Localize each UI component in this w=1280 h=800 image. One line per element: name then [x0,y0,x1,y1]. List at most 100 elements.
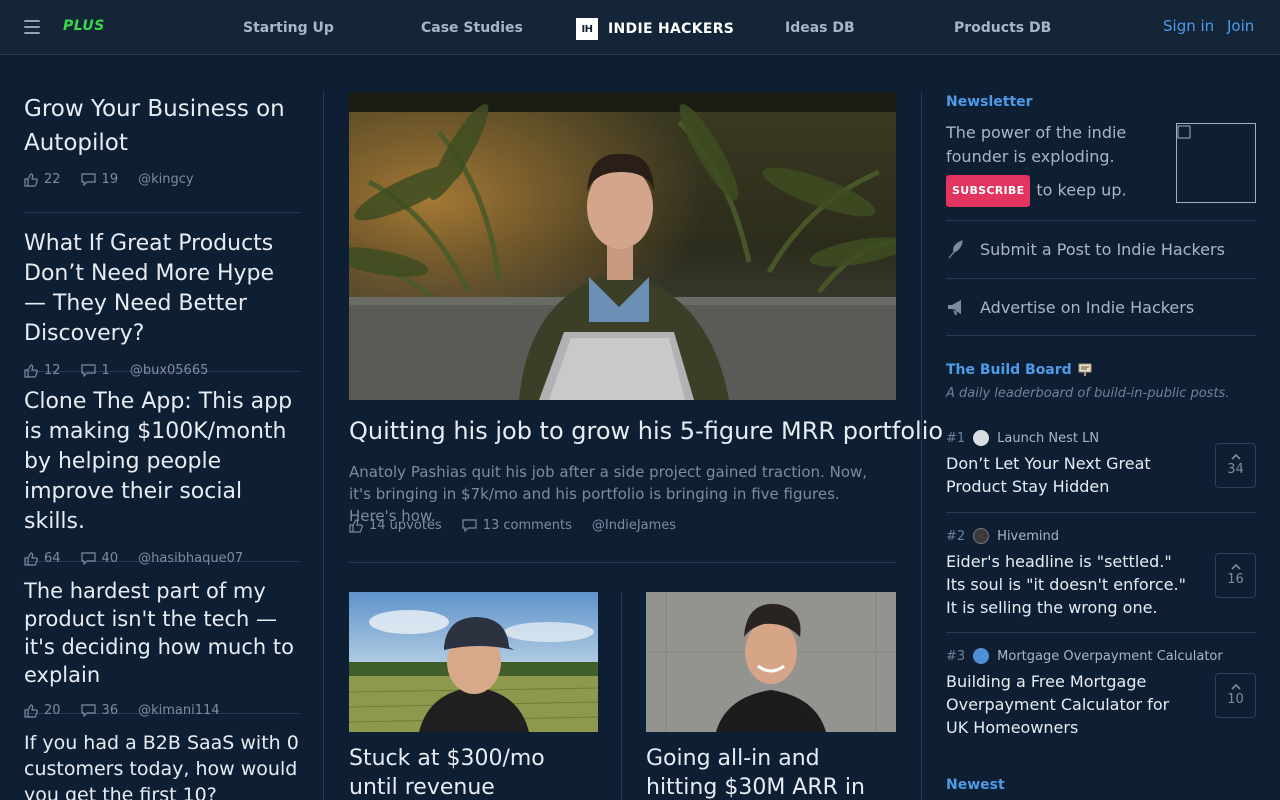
featured-post-image[interactable] [349,92,896,400]
plus-link[interactable]: PLUS [63,18,105,34]
comment-icon [462,519,477,532]
indie-hackers-logo[interactable]: IH INDIE HACKERS [576,18,734,40]
build-board-label[interactable]: The Build Board [946,362,1092,378]
comment-count[interactable]: 1 [80,363,110,378]
thumbs-up-icon [349,518,363,533]
leaderboard-post-title[interactable]: Don’t Let Your Next Great Product Stay H… [946,452,1206,498]
comment-icon [80,552,96,565]
post-title[interactable]: Clone The App: This app is making $100K/… [24,387,300,537]
rank: #2 [946,528,966,544]
post-title[interactable]: What If Great Products Don’t Need More H… [24,229,300,349]
upvote-button[interactable]: 16 [1215,553,1256,598]
submit-post-link[interactable]: Submit a Post to Indie Hackers [946,239,1225,259]
comment-icon [80,173,96,186]
newsletter-text: The power of the indie founder is explod… [946,123,1127,166]
card-image[interactable] [349,592,598,732]
upvote-count[interactable]: 12 [24,363,61,378]
product-icon [973,648,990,664]
chevron-up-icon [1230,684,1241,690]
comment-count[interactable]: 13 comments [462,518,572,533]
post-title[interactable]: The hardest part of my product isn't the… [24,577,300,689]
card-title[interactable]: Stuck at $300/mo until revenue skyrocket… [349,744,599,800]
post-title[interactable]: Grow Your Business on Autopilot [24,92,294,160]
product-name[interactable]: Launch Nest LN [997,431,1099,446]
build-board-tagline: A daily leaderboard of build-in-public p… [946,386,1230,401]
featured-post-meta: 14 upvotes 13 comments @IndieJames [349,518,696,533]
card-photo [349,592,598,732]
nav-case-studies[interactable]: Case Studies [421,20,523,36]
thumbs-up-icon [24,551,38,566]
list-item[interactable]: Clone The App: This app is making $100K/… [24,372,300,566]
featured-photo [349,92,896,400]
nav-ideas-db[interactable]: Ideas DB [785,20,855,36]
column-divider [921,92,922,800]
upvote-count[interactable]: 22 [24,172,61,187]
leaderboard-item-header: #2 Hivemind [946,528,1256,544]
broken-image-icon [1177,125,1191,139]
post-author[interactable]: @kimani114 [138,703,219,718]
subscribe-button[interactable]: SUBSCRIBE [946,175,1031,207]
product-icon [973,528,990,544]
leaderboard-post-title[interactable]: Building a Free Mortgage Overpayment Cal… [946,670,1196,739]
megaphone-icon [948,300,961,315]
chevron-up-icon [1230,564,1241,570]
logo-mark: IH [576,18,598,40]
upvote-count[interactable]: 64 [24,551,61,566]
list-item[interactable]: If you had a B2B SaaS with 0 customers t… [24,714,300,800]
leaderboard-item-header: #3 Mortgage Overpayment Calculator [946,648,1256,664]
subscribe-tail: to keep up. [1036,180,1127,200]
divider [946,335,1256,336]
card-photo [646,592,896,732]
leaderboard-item[interactable]: #2 Hivemind Eider's headline is "settled… [946,528,1256,619]
comment-icon [80,364,96,377]
card-image[interactable] [646,592,896,732]
upvote-button[interactable]: 10 [1215,673,1256,718]
card-title[interactable]: Going all-in and hitting $30M ARR in thr… [646,744,896,800]
leaderboard-post-title[interactable]: Eider's headline is "settled." Its soul … [946,550,1186,619]
left-post-list: Grow Your Business on Autopilot 22 19 @k… [24,92,300,800]
divider [946,278,1256,279]
menu-icon[interactable] [24,20,40,34]
post-author[interactable]: @bux05665 [130,363,209,378]
post-meta: 22 19 @kingcy [24,172,300,187]
logo-text: INDIE HACKERS [608,21,735,37]
nav-starting-up[interactable]: Starting Up [243,20,334,36]
product-name[interactable]: Mortgage Overpayment Calculator [997,649,1223,664]
sign-in-link[interactable]: Sign in [1163,17,1214,35]
comment-icon [80,704,96,717]
list-item[interactable]: The hardest part of my product isn't the… [24,562,300,718]
section-divider [349,562,896,563]
post-author[interactable]: @hasibhaque07 [138,551,243,566]
comment-count[interactable]: 36 [80,703,118,718]
newsletter-pitch: The power of the indie founder is explod… [946,121,1166,207]
leaderboard-item-header: #1 Launch Nest LN [946,430,1256,446]
rank: #3 [946,648,966,664]
list-item[interactable]: Grow Your Business on Autopilot 22 19 @k… [24,92,300,213]
comment-count[interactable]: 19 [80,172,118,187]
divider [946,220,1256,221]
comment-count[interactable]: 40 [80,551,118,566]
product-name[interactable]: Hivemind [997,529,1059,544]
thumbs-up-icon [24,363,38,378]
newsletter-label[interactable]: Newsletter [946,94,1033,110]
newest-label[interactable]: Newest [946,777,1005,793]
divider [946,512,1256,513]
upvote-count[interactable]: 14 upvotes [349,518,442,533]
list-item[interactable]: What If Great Products Don’t Need More H… [24,213,300,378]
card-divider [621,592,622,800]
featured-post-title[interactable]: Quitting his job to grow his 5-figure MR… [349,414,943,448]
rank: #1 [946,430,966,446]
signboard-icon [1078,363,1092,376]
column-divider [323,92,324,800]
post-title[interactable]: If you had a B2B SaaS with 0 customers t… [24,730,300,800]
top-navigation-bar: PLUS Starting Up Case Studies IH INDIE H… [0,0,1280,55]
advertise-link[interactable]: Advertise on Indie Hackers [946,297,1194,317]
upvote-count[interactable]: 20 [24,703,61,718]
upvote-button[interactable]: 34 [1215,443,1256,488]
nav-products-db[interactable]: Products DB [954,20,1051,36]
join-link[interactable]: Join [1227,17,1254,35]
post-author[interactable]: @IndieJames [592,518,676,533]
post-author[interactable]: @kingcy [138,172,193,187]
leaderboard-item[interactable]: #1 Launch Nest LN Don’t Let Your Next Gr… [946,430,1256,498]
leaderboard-item[interactable]: #3 Mortgage Overpayment Calculator Build… [946,648,1256,739]
